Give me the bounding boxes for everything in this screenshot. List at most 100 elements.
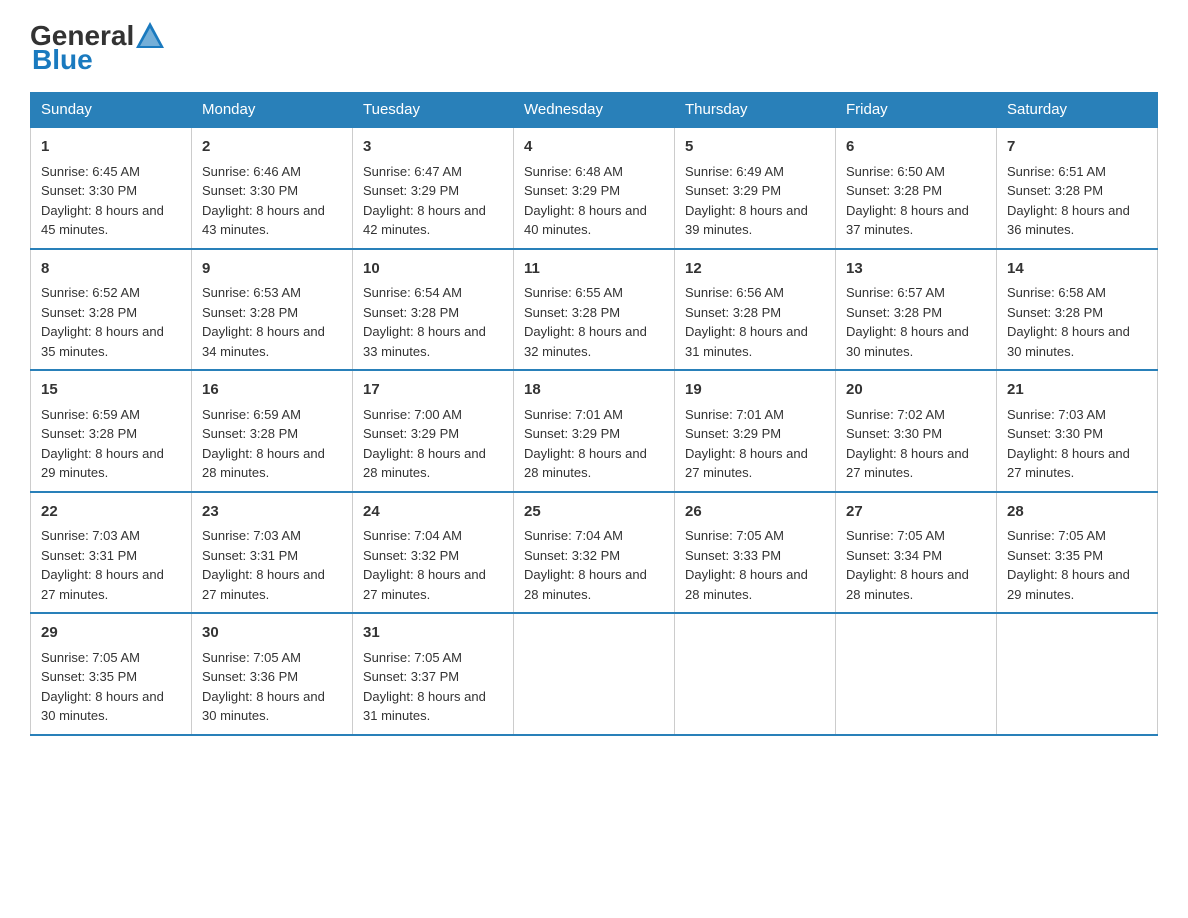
day-cell: 11 Sunrise: 6:55 AM Sunset: 3:28 PM Dayl… — [514, 249, 675, 371]
weekday-header-thursday: Thursday — [675, 93, 836, 128]
sunrise-text: Sunrise: 6:59 AM — [202, 407, 301, 422]
sunset-text: Sunset: 3:30 PM — [41, 183, 137, 198]
sunrise-text: Sunrise: 6:48 AM — [524, 164, 623, 179]
week-row-1: 1 Sunrise: 6:45 AM Sunset: 3:30 PM Dayli… — [31, 127, 1158, 249]
daylight-text: Daylight: 8 hours and 34 minutes. — [202, 324, 325, 359]
sunrise-text: Sunrise: 6:54 AM — [363, 285, 462, 300]
daylight-text: Daylight: 8 hours and 29 minutes. — [41, 446, 164, 481]
daylight-text: Daylight: 8 hours and 27 minutes. — [202, 567, 325, 602]
day-cell: 16 Sunrise: 6:59 AM Sunset: 3:28 PM Dayl… — [192, 370, 353, 492]
daylight-text: Daylight: 8 hours and 29 minutes. — [1007, 567, 1130, 602]
sunset-text: Sunset: 3:28 PM — [41, 305, 137, 320]
sunrise-text: Sunrise: 7:05 AM — [363, 650, 462, 665]
day-number: 22 — [41, 501, 181, 524]
sunrise-text: Sunrise: 7:04 AM — [524, 528, 623, 543]
sunrise-text: Sunrise: 6:51 AM — [1007, 164, 1106, 179]
day-number: 10 — [363, 258, 503, 281]
daylight-text: Daylight: 8 hours and 37 minutes. — [846, 203, 969, 238]
daylight-text: Daylight: 8 hours and 33 minutes. — [363, 324, 486, 359]
daylight-text: Daylight: 8 hours and 45 minutes. — [41, 203, 164, 238]
sunset-text: Sunset: 3:28 PM — [1007, 183, 1103, 198]
sunrise-text: Sunrise: 6:55 AM — [524, 285, 623, 300]
day-number: 29 — [41, 622, 181, 645]
sunset-text: Sunset: 3:34 PM — [846, 548, 942, 563]
daylight-text: Daylight: 8 hours and 28 minutes. — [524, 567, 647, 602]
sunrise-text: Sunrise: 6:49 AM — [685, 164, 784, 179]
sunset-text: Sunset: 3:35 PM — [1007, 548, 1103, 563]
day-cell: 2 Sunrise: 6:46 AM Sunset: 3:30 PM Dayli… — [192, 127, 353, 249]
day-number: 4 — [524, 136, 664, 159]
daylight-text: Daylight: 8 hours and 28 minutes. — [363, 446, 486, 481]
daylight-text: Daylight: 8 hours and 35 minutes. — [41, 324, 164, 359]
weekday-header-tuesday: Tuesday — [353, 93, 514, 128]
sunrise-text: Sunrise: 6:59 AM — [41, 407, 140, 422]
day-cell: 30 Sunrise: 7:05 AM Sunset: 3:36 PM Dayl… — [192, 613, 353, 735]
sunrise-text: Sunrise: 7:02 AM — [846, 407, 945, 422]
day-cell: 28 Sunrise: 7:05 AM Sunset: 3:35 PM Dayl… — [997, 492, 1158, 614]
day-number: 9 — [202, 258, 342, 281]
day-number: 1 — [41, 136, 181, 159]
day-number: 28 — [1007, 501, 1147, 524]
day-cell: 19 Sunrise: 7:01 AM Sunset: 3:29 PM Dayl… — [675, 370, 836, 492]
day-cell: 13 Sunrise: 6:57 AM Sunset: 3:28 PM Dayl… — [836, 249, 997, 371]
day-cell: 10 Sunrise: 6:54 AM Sunset: 3:28 PM Dayl… — [353, 249, 514, 371]
day-cell: 18 Sunrise: 7:01 AM Sunset: 3:29 PM Dayl… — [514, 370, 675, 492]
daylight-text: Daylight: 8 hours and 28 minutes. — [846, 567, 969, 602]
sunset-text: Sunset: 3:29 PM — [363, 183, 459, 198]
daylight-text: Daylight: 8 hours and 43 minutes. — [202, 203, 325, 238]
week-row-3: 15 Sunrise: 6:59 AM Sunset: 3:28 PM Dayl… — [31, 370, 1158, 492]
day-number: 16 — [202, 379, 342, 402]
day-cell: 20 Sunrise: 7:02 AM Sunset: 3:30 PM Dayl… — [836, 370, 997, 492]
day-number: 6 — [846, 136, 986, 159]
day-cell: 22 Sunrise: 7:03 AM Sunset: 3:31 PM Dayl… — [31, 492, 192, 614]
sunrise-text: Sunrise: 6:47 AM — [363, 164, 462, 179]
day-number: 12 — [685, 258, 825, 281]
daylight-text: Daylight: 8 hours and 27 minutes. — [846, 446, 969, 481]
logo: General Blue — [30, 20, 166, 76]
sunset-text: Sunset: 3:28 PM — [202, 426, 298, 441]
sunset-text: Sunset: 3:29 PM — [685, 183, 781, 198]
sunset-text: Sunset: 3:28 PM — [846, 183, 942, 198]
sunrise-text: Sunrise: 7:03 AM — [202, 528, 301, 543]
day-cell — [675, 613, 836, 735]
page-header: General Blue — [30, 20, 1158, 76]
sunset-text: Sunset: 3:31 PM — [41, 548, 137, 563]
day-cell: 17 Sunrise: 7:00 AM Sunset: 3:29 PM Dayl… — [353, 370, 514, 492]
day-cell: 6 Sunrise: 6:50 AM Sunset: 3:28 PM Dayli… — [836, 127, 997, 249]
daylight-text: Daylight: 8 hours and 30 minutes. — [1007, 324, 1130, 359]
day-number: 3 — [363, 136, 503, 159]
sunset-text: Sunset: 3:30 PM — [1007, 426, 1103, 441]
sunrise-text: Sunrise: 7:00 AM — [363, 407, 462, 422]
sunrise-text: Sunrise: 7:05 AM — [1007, 528, 1106, 543]
sunset-text: Sunset: 3:28 PM — [41, 426, 137, 441]
sunrise-text: Sunrise: 6:56 AM — [685, 285, 784, 300]
day-cell: 24 Sunrise: 7:04 AM Sunset: 3:32 PM Dayl… — [353, 492, 514, 614]
day-cell: 4 Sunrise: 6:48 AM Sunset: 3:29 PM Dayli… — [514, 127, 675, 249]
sunset-text: Sunset: 3:29 PM — [524, 426, 620, 441]
sunrise-text: Sunrise: 6:45 AM — [41, 164, 140, 179]
day-number: 17 — [363, 379, 503, 402]
sunset-text: Sunset: 3:30 PM — [846, 426, 942, 441]
weekday-header-monday: Monday — [192, 93, 353, 128]
sunset-text: Sunset: 3:28 PM — [1007, 305, 1103, 320]
sunset-text: Sunset: 3:28 PM — [363, 305, 459, 320]
daylight-text: Daylight: 8 hours and 30 minutes. — [202, 689, 325, 724]
sunrise-text: Sunrise: 7:05 AM — [685, 528, 784, 543]
sunset-text: Sunset: 3:32 PM — [524, 548, 620, 563]
daylight-text: Daylight: 8 hours and 31 minutes. — [685, 324, 808, 359]
sunrise-text: Sunrise: 6:50 AM — [846, 164, 945, 179]
day-cell: 9 Sunrise: 6:53 AM Sunset: 3:28 PM Dayli… — [192, 249, 353, 371]
day-cell: 29 Sunrise: 7:05 AM Sunset: 3:35 PM Dayl… — [31, 613, 192, 735]
daylight-text: Daylight: 8 hours and 27 minutes. — [1007, 446, 1130, 481]
day-number: 7 — [1007, 136, 1147, 159]
daylight-text: Daylight: 8 hours and 30 minutes. — [41, 689, 164, 724]
weekday-header-friday: Friday — [836, 93, 997, 128]
day-cell: 25 Sunrise: 7:04 AM Sunset: 3:32 PM Dayl… — [514, 492, 675, 614]
sunrise-text: Sunrise: 7:05 AM — [41, 650, 140, 665]
day-number: 23 — [202, 501, 342, 524]
day-cell — [514, 613, 675, 735]
weekday-header-wednesday: Wednesday — [514, 93, 675, 128]
sunset-text: Sunset: 3:36 PM — [202, 669, 298, 684]
day-cell: 14 Sunrise: 6:58 AM Sunset: 3:28 PM Dayl… — [997, 249, 1158, 371]
sunrise-text: Sunrise: 7:03 AM — [1007, 407, 1106, 422]
